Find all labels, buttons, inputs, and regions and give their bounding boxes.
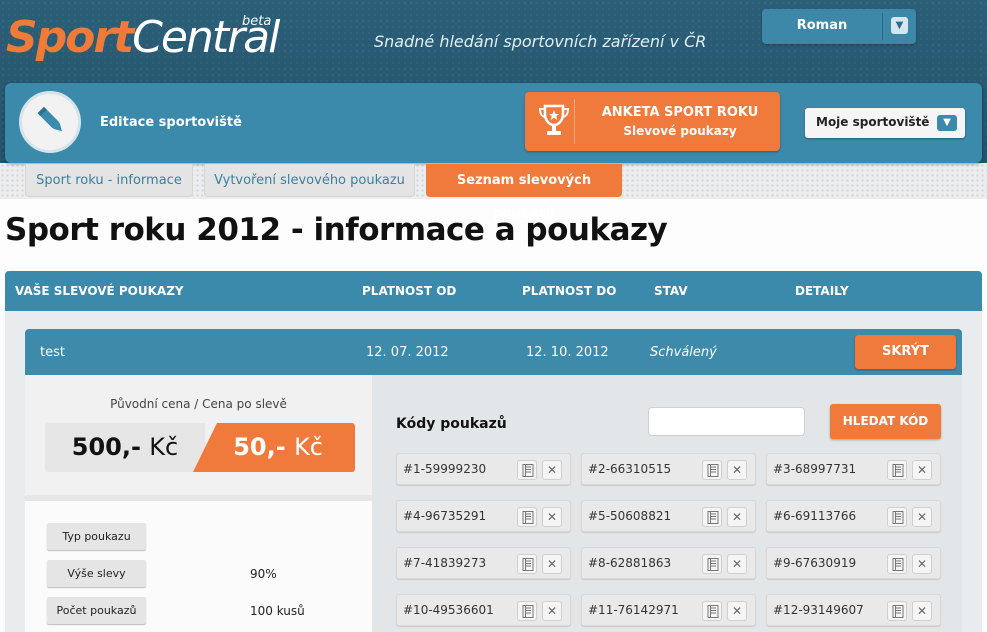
document-icon[interactable] [887, 601, 907, 621]
anketa-sport-roku-button[interactable]: ANKETA SPORT ROKU Slevové poukazy [525, 92, 780, 151]
coupon-valid-from: 12. 07. 2012 [366, 345, 449, 360]
code-item: #10-49536601 ✕ [396, 594, 571, 626]
code-value: #1-59999230 [403, 462, 487, 476]
code-item: #7-41839273 ✕ [396, 547, 571, 579]
document-icon[interactable] [517, 601, 537, 621]
code-item: #12-93149607 ✕ [766, 594, 941, 626]
info-label-vyse-slevy: Výše slevy [47, 560, 146, 587]
close-icon[interactable]: ✕ [542, 507, 562, 527]
code-value: #7-41839273 [403, 556, 487, 570]
search-code-button[interactable]: HLEDAT KÓD [830, 404, 941, 439]
close-icon[interactable]: ✕ [727, 554, 747, 574]
code-value: #8-62881863 [588, 556, 672, 570]
code-value: #6-69113766 [773, 509, 857, 523]
code-search-input[interactable] [648, 407, 805, 436]
code-value: #2-66310515 [588, 462, 672, 476]
close-icon[interactable]: ✕ [912, 507, 932, 527]
col-header-valid-from: PLATNOST OD [362, 284, 457, 298]
document-icon[interactable] [887, 460, 907, 480]
col-header-state: STAV [654, 284, 688, 298]
close-icon[interactable]: ✕ [542, 554, 562, 574]
close-icon[interactable]: ✕ [912, 554, 932, 574]
user-menu[interactable]: Roman ▼ [762, 9, 916, 44]
anketa-subtitle: Slevové poukazy [623, 124, 737, 138]
code-value: #11-76142971 [588, 603, 679, 617]
coupon-list-header: VAŠE SLEVOVÉ POUKAZY PLATNOST OD PLATNOS… [5, 271, 982, 311]
close-icon[interactable]: ✕ [542, 601, 562, 621]
document-icon[interactable] [702, 460, 722, 480]
code-value: #12-93149607 [773, 603, 864, 617]
code-value: #3-68997731 [773, 462, 857, 476]
moje-sportoviste-label: Moje sportoviště [816, 115, 930, 129]
document-icon[interactable] [702, 507, 722, 527]
code-item: #11-76142971 ✕ [581, 594, 756, 626]
col-header-details: DETAILY [795, 284, 849, 298]
code-item: #4-96735291 ✕ [396, 500, 571, 532]
coupon-name: test [40, 345, 65, 360]
pencil-icon [37, 106, 62, 132]
code-value: #9-67630919 [773, 556, 857, 570]
code-item: #1-59999230 ✕ [396, 453, 571, 485]
document-icon[interactable] [887, 507, 907, 527]
tab-sport-roku-informace[interactable]: Sport roku - informace [25, 164, 193, 197]
close-icon[interactable]: ✕ [542, 460, 562, 480]
close-icon[interactable]: ✕ [727, 507, 747, 527]
code-value: #5-50608821 [588, 509, 672, 523]
edit-venue-icon-circle[interactable] [19, 91, 81, 153]
chevron-down-icon[interactable]: ▼ [937, 115, 957, 131]
codes-title: Kódy poukazů [396, 416, 507, 432]
code-item: #5-50608821 ✕ [581, 500, 756, 532]
price-label: Původní cena / Cena po slevě [110, 397, 287, 411]
chevron-down-icon[interactable]: ▼ [891, 17, 908, 34]
trophy-icon-box [533, 99, 575, 144]
code-item: #6-69113766 ✕ [766, 500, 941, 532]
toolbar-title: Editace sportoviště [100, 115, 242, 130]
document-icon[interactable] [517, 460, 537, 480]
info-label-typ-poukazu: Typ poukazu [47, 523, 146, 550]
col-header-valid-to: PLATNOST DO [522, 284, 617, 298]
code-item: #8-62881863 ✕ [581, 547, 756, 579]
coupon-info: Typ poukazu Výše slevy 90% Počet poukazů… [25, 501, 372, 632]
user-name[interactable]: Roman [762, 9, 882, 44]
price-original: 500,- Kč [45, 423, 205, 472]
logo-beta-label: beta [242, 14, 272, 29]
close-icon[interactable]: ✕ [912, 460, 932, 480]
info-value-vyse-slevy: 90% [250, 567, 277, 581]
document-icon[interactable] [702, 601, 722, 621]
code-value: #10-49536601 [403, 603, 494, 617]
page-title: Sport roku 2012 - informace a poukazy [5, 212, 668, 248]
moje-sportoviste-dropdown[interactable]: Moje sportoviště ▼ [805, 108, 965, 138]
trophy-icon [538, 104, 570, 135]
document-icon[interactable] [517, 507, 537, 527]
document-icon[interactable] [517, 554, 537, 574]
info-label-pocet-poukazu: Počet poukazů [47, 597, 146, 624]
coupon-state: Schválený [650, 345, 717, 360]
code-value: #4-96735291 [403, 509, 487, 523]
close-icon[interactable]: ✕ [912, 601, 932, 621]
tab-vytvoreni-poukazu[interactable]: Vytvoření slevového poukazu [204, 164, 415, 197]
coupon-valid-to: 12. 10. 2012 [526, 345, 609, 360]
close-icon[interactable]: ✕ [727, 601, 747, 621]
document-icon[interactable] [702, 554, 722, 574]
section-toolbar: Editace sportoviště ANKETA SPORT ROKU Sl… [5, 83, 982, 163]
code-item: #3-68997731 ✕ [766, 453, 941, 485]
coupon-codes-panel: Kódy poukazů HLEDAT KÓD #1-59999230 ✕ #2-6… [372, 375, 962, 632]
code-item: #9-67630919 ✕ [766, 547, 941, 579]
coupon-row: test 12. 07. 2012 12. 10. 2012 Schválený… [25, 329, 962, 375]
code-item: #2-66310515 ✕ [581, 453, 756, 485]
document-icon[interactable] [887, 554, 907, 574]
hide-button[interactable]: SKRÝT [855, 335, 956, 369]
coupon-detail-left: Původní cena / Cena po slevě 500,- Kč 50… [25, 375, 372, 632]
site-logo[interactable]: SportCentral [6, 12, 280, 63]
anketa-title: ANKETA SPORT ROKU [601, 105, 759, 120]
user-menu-divider [882, 13, 883, 40]
close-icon[interactable]: ✕ [727, 460, 747, 480]
info-value-pocet-poukazu: 100 kusů [250, 604, 305, 618]
tab-seznam-poukazu[interactable]: Seznam slevových poukazů [426, 164, 622, 221]
site-tagline: Snadné hledání sportovních zařízení v ČR [374, 32, 707, 51]
price-discounted: 50,- Kč [193, 423, 355, 472]
col-header-name: VAŠE SLEVOVÉ POUKAZY [15, 284, 184, 298]
